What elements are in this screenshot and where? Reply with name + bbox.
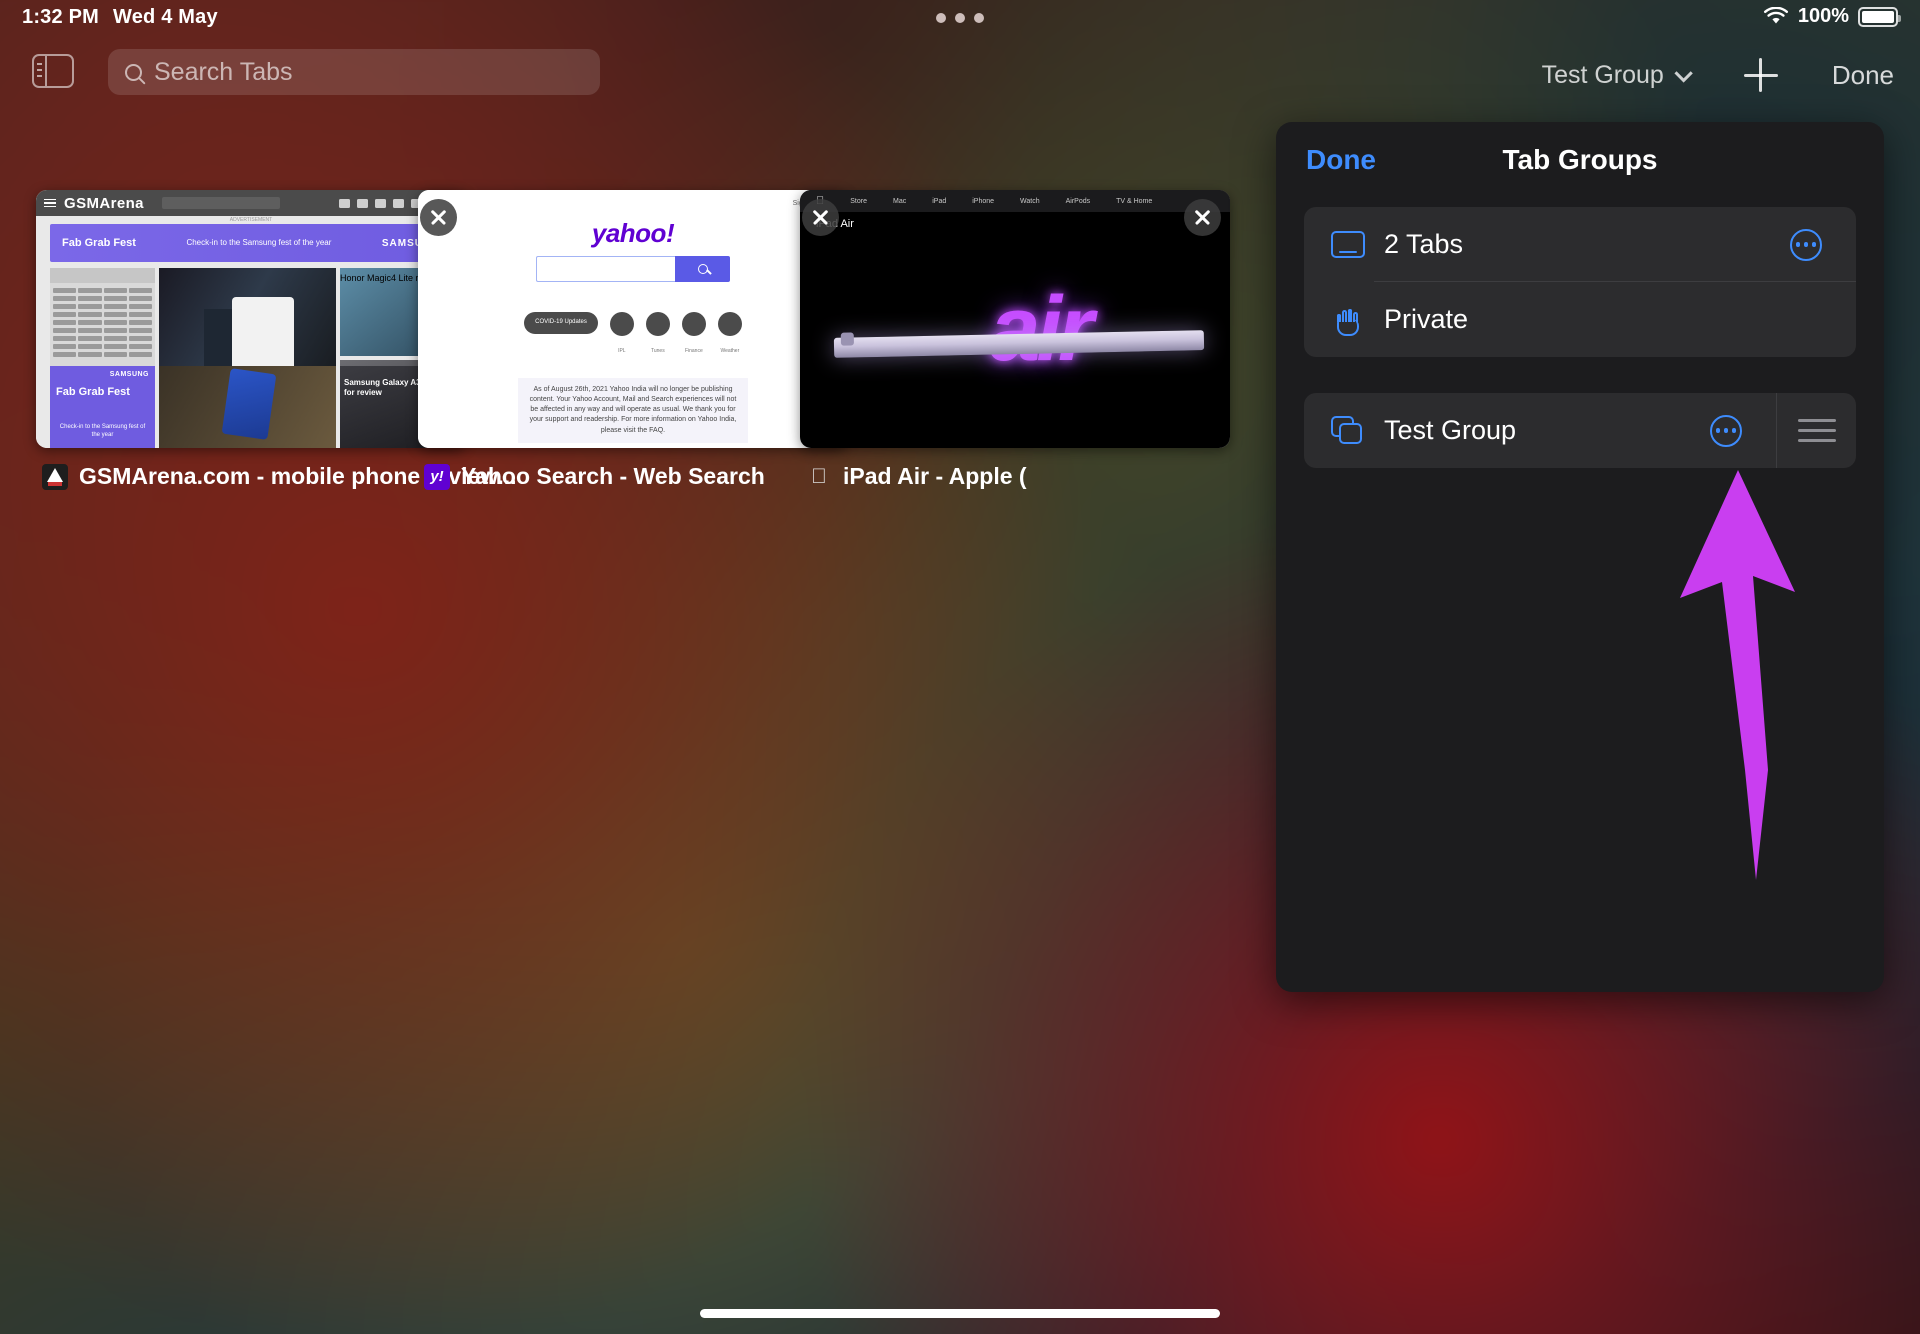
yahoo-search-row [536,256,730,282]
dot-1 [936,13,946,23]
panel-title: Tab Groups [1502,144,1658,175]
ellipsis-circle-icon[interactable] [1790,228,1822,261]
chevron-down-icon [1674,63,1693,83]
tab-label: y! Yahoo Search - Web Search [418,463,848,490]
tab-group-row-test-group[interactable]: Test Group [1304,393,1856,468]
close-icon[interactable] [420,199,457,236]
phone-finder-header [50,268,155,283]
nav-item: iPad [923,197,946,205]
hand-raised-icon [1326,304,1370,336]
tab-group-label: 2 Tabs [1384,229,1464,259]
gsmarena-page: GSMArena ADVERTISEMENT Fab Grab Fest Che… [36,190,466,448]
tab-group-selector[interactable]: Test Group [1541,60,1693,90]
tab-card-gsmarena[interactable]: GSMArena ADVERTISEMENT Fab Grab Fest Che… [36,190,517,490]
hero-neon-text: air [989,277,1094,380]
search-placeholder: Search Tabs [154,57,293,86]
tab-card-ipad-air[interactable]:  Store Mac iPad iPhone Watch AirPods TV… [800,190,1230,490]
yahoo-notice: As of August 26th, 2021 Yahoo India will… [518,378,748,443]
wifi-icon [1763,7,1788,24]
toolbar-right-actions: Test Group Done [1542,40,1894,110]
tab-title: Yahoo Search - Web Search [461,463,765,489]
ad-label: ADVERTISEMENT [229,217,273,223]
gsmarena-banner-ad: Fab Grab Fest Check-in to the Samsung fe… [50,224,452,262]
yahoo-favicon: y! [424,463,450,490]
yahoo-page: Sign in yahoo! COVID-19 Updates IPL Tune… [418,190,848,448]
yahoo-shortcuts: COVID-19 Updates IPL Tunes Finance Weath… [418,312,848,357]
sidebar-toggle-icon[interactable] [32,54,74,88]
promo-sub: Check-in to the Samsung fest of the year [59,424,146,439]
tab-thumbnail[interactable]:  Store Mac iPad iPhone Watch AirPods TV… [800,190,1230,448]
status-bar: 1:32 PM Wed 4 May 100% [0,0,1920,40]
yahoo-search-input [536,256,675,282]
tab-group-label: Test Group [1384,415,1517,445]
apple-favicon:  [806,464,832,490]
search-icon [675,256,730,282]
search-input[interactable]: Search Tabs [108,49,600,95]
shortcut-tunes: Tunes [645,312,670,357]
promo-title: Fab Grab Fest [56,386,130,398]
arrow-up-annotation [1680,470,1795,880]
gsmarena-navbar: GSMArena [36,190,466,216]
apple-page:  Store Mac iPad iPhone Watch AirPods TV… [800,190,1230,448]
brand-grid [50,283,155,362]
nav-item: Watch [1011,197,1040,205]
tab-card-yahoo[interactable]: Sign in yahoo! COVID-19 Updates IPL Tune… [418,190,848,490]
battery-icon [1858,6,1901,27]
status-date: Wed 4 May [113,6,218,28]
dot-3 [974,13,984,23]
plus-icon[interactable] [1742,56,1780,94]
tab-groups-section: Test Group [1304,393,1856,468]
status-bar-right: 100% [1763,5,1901,28]
apple-navbar:  Store Mac iPad iPhone Watch AirPods TV… [800,190,1230,212]
tab-title: iPad Air - Apple ( [843,463,1027,489]
tab-group-row-private[interactable]: Private [1304,282,1856,357]
tab-label:  iPad Air - Apple ( [800,463,1230,490]
close-icon[interactable] [1184,199,1221,236]
status-time: 1:32 PM [22,6,99,28]
tab-group-row-2-tabs[interactable]: 2 Tabs [1304,207,1856,282]
nav-item: iPhone [963,197,994,205]
three-dots-indicator[interactable] [936,13,984,23]
menu-icon [44,198,56,208]
nav-item: Store [842,197,867,205]
reorder-handle-icon[interactable] [1776,393,1856,468]
covid-pill: COVID-19 Updates [524,312,598,334]
promo-ad: SAMSUNG Fab Grab Fest Check-in to the Sa… [50,366,155,448]
tab-group-label: Private [1384,304,1469,334]
gsmarena-favicon [42,463,68,490]
panel-header: Done Tab Groups [1276,122,1884,202]
tab-label: GSMArena.com - mobile phone review... [36,463,517,490]
shortcut-finance: Finance [681,312,706,357]
tab-groups-section: 2 Tabs Private [1304,207,1856,357]
tab-icon [1326,231,1370,258]
gsmarena-search-box [161,197,280,209]
battery-percent: 100% [1797,5,1849,27]
tab-thumbnail[interactable]: Sign in yahoo! COVID-19 Updates IPL Tune… [418,190,848,448]
gsmarena-second-row: SAMSUNG Fab Grab Fest Check-in to the Sa… [50,366,452,448]
home-indicator[interactable] [700,1309,1220,1318]
ellipsis-circle-icon[interactable] [1710,414,1742,447]
tab-group-selector-label: Test Group [1541,60,1664,89]
tab-thumbnail[interactable]: GSMArena ADVERTISEMENT Fab Grab Fest Che… [36,190,466,448]
tab-group-icon [1326,415,1370,446]
search-icon [125,63,142,81]
nav-item: AirPods [1057,197,1091,205]
dot-2 [955,13,965,23]
status-bar-left: 1:32 PM Wed 4 May [22,6,218,29]
shortcut-weather: Weather [717,312,742,357]
nav-item: TV & Home [1107,197,1152,205]
browser-toolbar: Search Tabs Test Group Done [0,40,1920,110]
close-icon[interactable] [802,199,839,236]
promo-brand: SAMSUNG [109,371,149,378]
ad-center-text: Check-in to the Samsung fest of the year [186,237,332,247]
gsmarena-logo: GSMArena [64,194,144,212]
done-button[interactable]: Done [1832,60,1894,91]
article-tile-phone [159,366,336,448]
shortcut-ipl: IPL [609,312,634,357]
ad-left-text: Fab Grab Fest [62,237,136,249]
nav-item: Mac [884,197,906,205]
sidebar-toggle-panel [34,56,47,86]
yahoo-logo: yahoo! [591,218,675,248]
